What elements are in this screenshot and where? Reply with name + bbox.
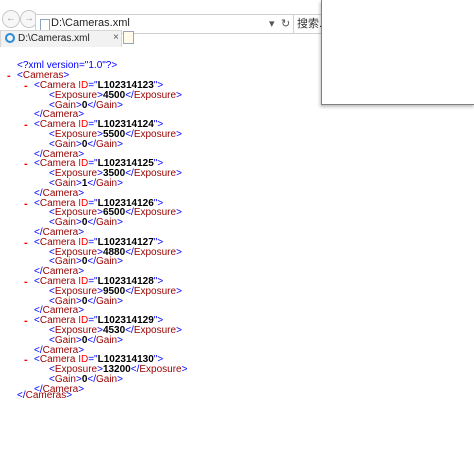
root-close-tag: </Cameras>	[17, 390, 73, 401]
ie-icon	[5, 33, 15, 43]
collapse-toggle[interactable]: -	[24, 158, 28, 170]
collapse-toggle[interactable]: -	[24, 354, 28, 366]
search-dropdown-icon[interactable]: ▾	[269, 17, 275, 30]
tab-close-icon[interactable]: ×	[113, 32, 119, 43]
collapse-toggle[interactable]: -	[24, 315, 28, 327]
collapse-toggle[interactable]: -	[24, 198, 28, 210]
new-tab-icon[interactable]	[123, 31, 134, 44]
back-arrow-icon: ←	[6, 13, 16, 24]
address-text: D:\Cameras.xml	[51, 17, 130, 29]
collapse-toggle[interactable]: -	[24, 276, 28, 288]
collapse-toggle[interactable]: -	[24, 80, 28, 92]
tab-title: D:\Cameras.xml	[18, 33, 90, 44]
tab-cameras-xml[interactable]: D:\Cameras.xml ×	[0, 30, 122, 47]
forward-arrow-icon: →	[24, 13, 34, 24]
collapse-toggle[interactable]: -	[7, 70, 11, 82]
refresh-icon[interactable]: ↻	[281, 17, 290, 30]
back-button[interactable]: ←	[2, 10, 20, 28]
collapse-toggle[interactable]: -	[24, 119, 28, 131]
collapse-toggle[interactable]: -	[24, 237, 28, 249]
overlay-panel	[321, 0, 474, 105]
